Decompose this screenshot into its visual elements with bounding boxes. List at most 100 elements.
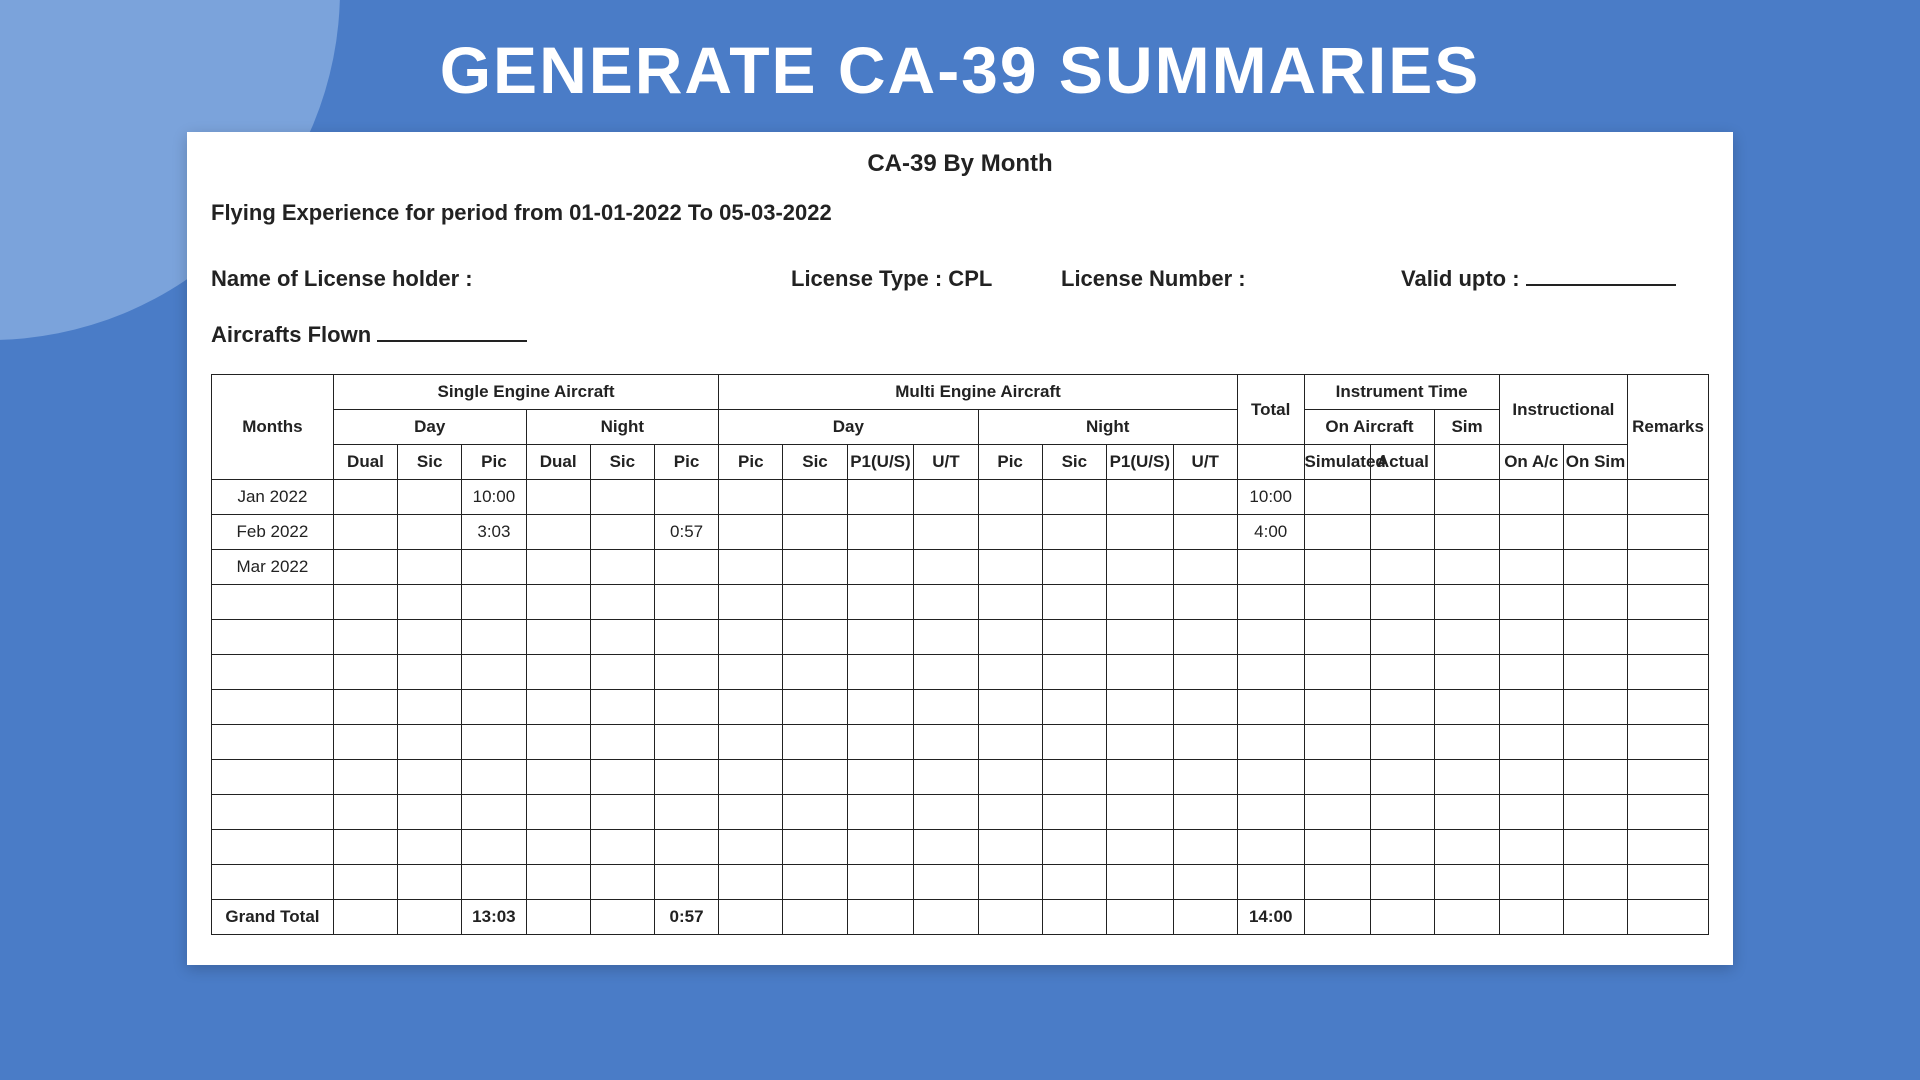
data-cell [1042, 830, 1106, 865]
grand-total-cell [1435, 900, 1499, 935]
data-cell [526, 655, 590, 690]
data-cell [1173, 760, 1237, 795]
data-cell [914, 760, 978, 795]
data-cell [1499, 620, 1563, 655]
data-cell [590, 725, 654, 760]
data-cell [462, 655, 526, 690]
col-pic: Pic [719, 445, 783, 480]
data-cell [783, 480, 847, 515]
data-cell [978, 690, 1042, 725]
data-cell [783, 585, 847, 620]
month-cell: Mar 2022 [212, 550, 334, 585]
data-cell [654, 865, 718, 900]
data-cell [914, 620, 978, 655]
data-cell [462, 795, 526, 830]
data-cell [333, 620, 397, 655]
col-actual: Actual [1371, 445, 1435, 480]
grand-total-cell [847, 900, 914, 935]
data-cell: 10:00 [462, 480, 526, 515]
data-cell [783, 795, 847, 830]
data-cell [590, 550, 654, 585]
data-cell [847, 620, 914, 655]
grand-total-cell: 13:03 [462, 900, 526, 935]
license-type-label: License Type : CPL [791, 266, 1041, 292]
data-cell [783, 830, 847, 865]
table-row [212, 725, 1709, 760]
data-cell [719, 550, 783, 585]
data-cell [1563, 725, 1627, 760]
grand-total-cell [1371, 900, 1435, 935]
license-info-row: Name of License holder : License Type : … [211, 266, 1709, 292]
col-simulated: Simulated [1304, 445, 1371, 480]
data-cell [1304, 550, 1371, 585]
data-cell [590, 585, 654, 620]
data-cell [914, 585, 978, 620]
grand-total-cell: 0:57 [654, 900, 718, 935]
data-cell [1628, 795, 1709, 830]
data-cell [1304, 830, 1371, 865]
data-cell [1499, 515, 1563, 550]
data-cell [1628, 655, 1709, 690]
data-cell [1563, 620, 1627, 655]
data-cell [914, 550, 978, 585]
data-cell [847, 760, 914, 795]
data-cell [719, 655, 783, 690]
grand-total-cell [978, 900, 1042, 935]
data-cell [914, 690, 978, 725]
col-sic: Sic [398, 445, 462, 480]
col-multi-engine: Multi Engine Aircraft [719, 375, 1238, 410]
data-cell [462, 760, 526, 795]
col-pic: Pic [654, 445, 718, 480]
data-cell [1499, 830, 1563, 865]
data-cell [1106, 515, 1173, 550]
data-cell [526, 550, 590, 585]
data-cell [590, 865, 654, 900]
data-cell [1371, 725, 1435, 760]
table-row [212, 585, 1709, 620]
data-cell [333, 480, 397, 515]
data-cell [1499, 865, 1563, 900]
data-cell [847, 550, 914, 585]
table-row [212, 690, 1709, 725]
col-on-ac: On A/c [1499, 445, 1563, 480]
data-cell [847, 515, 914, 550]
data-cell [1628, 620, 1709, 655]
data-cell [783, 725, 847, 760]
data-cell [1173, 795, 1237, 830]
grand-total-cell [1499, 900, 1563, 935]
data-cell [1042, 865, 1106, 900]
data-cell [654, 480, 718, 515]
month-cell [212, 760, 334, 795]
data-cell [1042, 760, 1106, 795]
data-cell [1371, 760, 1435, 795]
data-cell [1237, 760, 1304, 795]
data-cell [1563, 515, 1627, 550]
document-title: CA-39 By Month [211, 150, 1709, 178]
grand-total-cell [719, 900, 783, 935]
ca39-document: CA-39 By Month Flying Experience for per… [187, 132, 1733, 965]
data-cell [333, 655, 397, 690]
valid-upto-blank [1526, 284, 1676, 286]
data-cell [719, 795, 783, 830]
data-cell [654, 655, 718, 690]
table-row: Jan 202210:0010:00 [212, 480, 1709, 515]
data-cell [719, 480, 783, 515]
data-cell [590, 620, 654, 655]
month-cell [212, 795, 334, 830]
data-cell [398, 480, 462, 515]
col-sic: Sic [1042, 445, 1106, 480]
data-cell [526, 480, 590, 515]
data-cell [1371, 865, 1435, 900]
col-pic: Pic [462, 445, 526, 480]
data-cell [1042, 725, 1106, 760]
data-cell [1371, 655, 1435, 690]
data-cell [1304, 655, 1371, 690]
data-cell [978, 760, 1042, 795]
col-sic: Sic [783, 445, 847, 480]
data-cell [1371, 480, 1435, 515]
data-cell [398, 725, 462, 760]
data-cell [1173, 515, 1237, 550]
table-row [212, 620, 1709, 655]
data-cell [978, 725, 1042, 760]
data-cell [1173, 550, 1237, 585]
